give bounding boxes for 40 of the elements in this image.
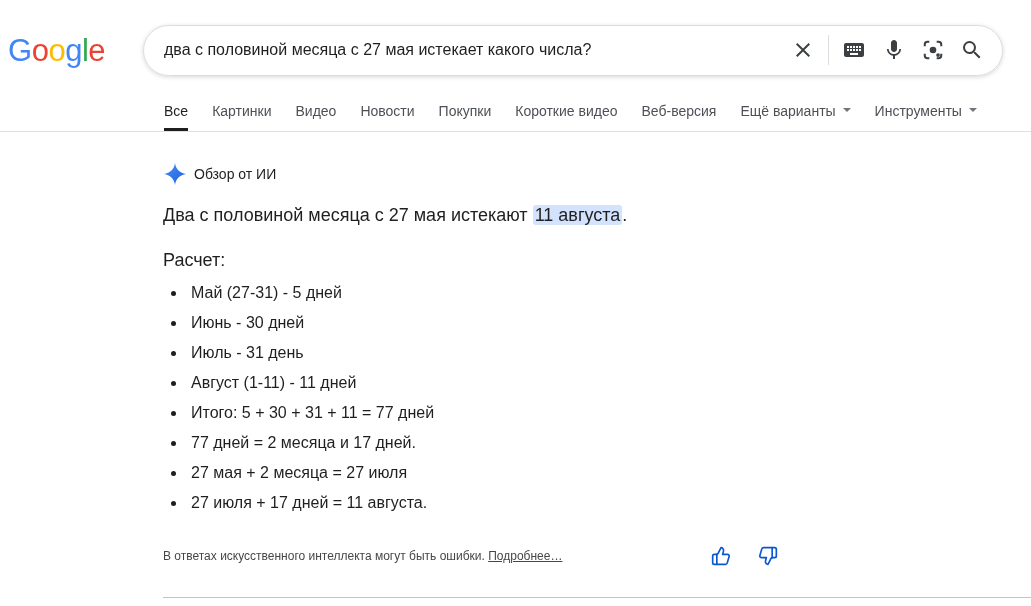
calculation-step: Август (1-11) - 11 дней (191, 371, 357, 395)
bullet-icon (171, 500, 176, 506)
bullet-icon (171, 350, 176, 356)
calculation-step: Май (27-31) - 5 дней (191, 281, 342, 305)
search-query-text: два с половиной месяца с 27 мая истекает какого числа? (164, 40, 592, 60)
bullet-icon (171, 470, 176, 476)
sparkle-icon (164, 163, 186, 185)
calculation-step: Июнь - 30 дней (191, 311, 305, 335)
bullet-icon (171, 290, 176, 296)
answer-text: Два с половиной месяца с 27 мая истекают 11 августа. (163, 204, 628, 227)
bullet-icon (171, 440, 176, 446)
search-tab[interactable]: Ещё варианты (740, 100, 851, 131)
calculation-heading: Расчет: (163, 249, 226, 272)
search-tab[interactable]: Инструменты (874, 100, 977, 131)
search-tab[interactable]: Покупки (438, 100, 492, 131)
disclaimer-text: В ответах искусственного интеллекта могут быть ошибки. Подробнее… (163, 548, 563, 565)
search-tab[interactable]: Новости (360, 100, 415, 131)
ai-overview-title: Обзор от ИИ (194, 164, 277, 184)
camera-lens-icon[interactable] (922, 39, 944, 61)
caret-icon (842, 108, 851, 112)
calculation-step: 77 дней = 2 месяца и 17 дней. (191, 431, 416, 455)
calculation-step: Июль - 31 день (191, 341, 304, 365)
bullet-icon (171, 320, 176, 326)
thumbs-down-button[interactable] (757, 545, 779, 567)
calculation-step: Итого: 5 + 30 + 31 + 11 = 77 дней (191, 401, 435, 425)
search-tab[interactable]: Видео (295, 100, 337, 131)
bullet-icon (171, 380, 176, 386)
search-tab[interactable]: Все (164, 100, 189, 131)
google-logo[interactable]: Google (8, 34, 128, 66)
search-tab[interactable]: Короткие видео (515, 100, 618, 131)
thumbs-down-icon (758, 546, 778, 566)
bullet-icon (171, 410, 176, 416)
calculation-step: 27 июля + 17 дней = 11 августа. (191, 491, 428, 515)
caret-icon (968, 108, 977, 112)
search-tab[interactable]: Картинки (212, 100, 272, 131)
thumbs-up-icon (711, 546, 731, 566)
calculation-step: 27 мая + 2 месяца = 27 июля (191, 461, 408, 485)
learn-more-link[interactable]: Подробнее… (488, 549, 563, 563)
thumbs-up-button[interactable] (710, 545, 732, 567)
search-tab[interactable]: Веб-версия (641, 100, 717, 131)
